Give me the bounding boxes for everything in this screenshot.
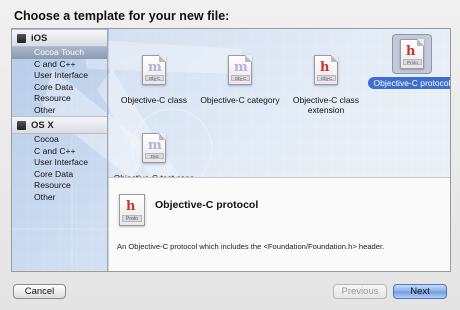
file-badge: Proto <box>403 59 422 65</box>
file-glyph: m <box>148 60 162 75</box>
sidebar-item[interactable]: Core Data <box>12 169 107 181</box>
cancel-button[interactable]: Cancel <box>13 284 66 299</box>
file-badge: Obj-C <box>317 75 336 81</box>
template-label-text: Objective-C class extension <box>292 95 360 115</box>
template-label-text: Objective-C protocol <box>368 77 450 89</box>
template-grid: m Obj-C Objective-C class m Obj-C Objective-C… <box>109 29 450 193</box>
file-glyph: m <box>148 138 162 153</box>
sidebar-item[interactable]: User Interface <box>12 70 107 82</box>
template-description: h Proto Objective-C protocol An Objectiv… <box>109 177 450 271</box>
sidebar-item[interactable]: Cocoa <box>12 134 107 146</box>
sidebar-item[interactable]: User Interface <box>12 157 107 169</box>
file-badge: Obj-C <box>231 75 250 81</box>
template-tile[interactable]: h Obj-C Objective-C class extension <box>281 51 371 115</box>
sidebar-item[interactable]: C and C++ <box>12 59 107 71</box>
file-badge: Test <box>145 153 164 159</box>
objc-class-icon: m Obj-C <box>142 55 166 85</box>
objc-category-icon: m Obj-C <box>228 55 252 85</box>
objc-test-icon: m Test <box>142 133 166 163</box>
template-label-text: Objective-C category <box>200 95 280 105</box>
previous-button[interactable]: Previous <box>333 284 387 299</box>
template-tile[interactable]: m Obj-C Objective-C class <box>109 51 199 105</box>
dialog-heading: Choose a template for your new file: <box>14 9 230 23</box>
description-glyph: h <box>126 199 136 214</box>
template-tile[interactable]: m Obj-C Objective-C category <box>195 51 285 105</box>
platform-icon <box>17 120 26 130</box>
file-badge: Obj-C <box>145 75 164 81</box>
template-label: Objective-C class <box>109 95 199 105</box>
sidebar-item[interactable]: Core Data <box>12 82 107 94</box>
template-tile[interactable]: h Proto Objective-C protocol <box>367 34 450 89</box>
objc-protocol-icon: h Proto <box>400 39 424 69</box>
description-title: Objective-C protocol <box>155 199 259 211</box>
file-glyph: m <box>234 60 248 75</box>
template-chooser: iOS Cocoa Touch C and C++ User Interface Cor… <box>11 28 451 272</box>
template-icon-frame: h Obj-C <box>306 51 346 91</box>
page-fold <box>417 39 424 46</box>
sidebar-section-osx[interactable]: OS X <box>12 116 107 134</box>
sidebar-item[interactable]: C and C++ <box>12 146 107 158</box>
next-button[interactable]: Next <box>393 284 447 299</box>
sidebar-item[interactable]: Cocoa Touch <box>12 47 107 59</box>
template-label-text: Objective-C class <box>120 95 188 105</box>
template-label: Objective-C protocol <box>367 77 450 89</box>
sidebar-section-ios[interactable]: iOS <box>12 29 107 47</box>
template-icon-frame: m Obj-C <box>134 51 174 91</box>
sidebar-item[interactable]: Other <box>12 105 107 117</box>
page-fold <box>331 55 338 62</box>
template-icon-frame: h Proto <box>392 34 432 74</box>
sidebar-item[interactable]: Other <box>12 192 107 204</box>
new-file-dialog: Choose a template for your new file: iOS… <box>0 0 460 310</box>
template-icon-frame: m Obj-C <box>220 51 260 91</box>
sidebar-item[interactable]: Resource <box>12 93 107 105</box>
template-label: Objective-C category <box>195 95 285 105</box>
section-title: OS X <box>31 119 54 131</box>
template-sidebar: iOS Cocoa Touch C and C++ User Interface Cor… <box>12 29 108 271</box>
file-glyph: h <box>406 44 416 59</box>
template-icon-frame: m Test <box>134 129 174 169</box>
description-badge: Proto <box>122 215 142 222</box>
platform-icon <box>17 33 26 43</box>
description-text: An Objective-C protocol which includes t… <box>117 242 385 251</box>
file-glyph: h <box>320 60 330 75</box>
objc-extension-icon: h Obj-C <box>314 55 338 85</box>
sidebar-item[interactable]: Resource <box>12 180 107 192</box>
template-label: Objective-C class extension <box>281 95 371 115</box>
section-title: iOS <box>31 32 48 44</box>
objc-protocol-icon: h Proto <box>119 194 145 226</box>
